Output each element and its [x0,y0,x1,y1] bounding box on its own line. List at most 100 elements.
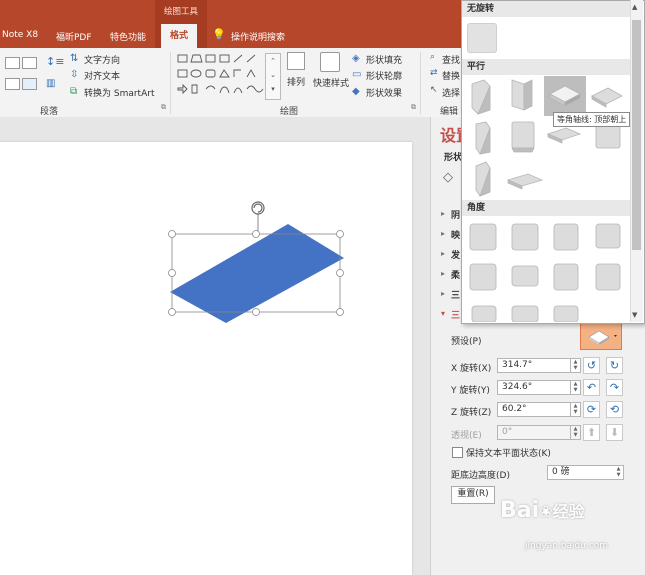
replace-icon: ⇄ [430,68,438,78]
parallelogram-shape[interactable] [170,224,344,323]
chevron-down-icon: ▾ [441,309,446,318]
scroll-up-icon[interactable]: ▲ [632,3,637,11]
chevron-right-icon: ▸ [441,209,446,218]
paragraph-group-label: 段落 [40,107,59,117]
tab-special-features[interactable]: 特色功能 [110,30,146,43]
shapes-gallery[interactable] [177,53,277,99]
y-rotation-label: Y 旋转(Y) [451,386,490,396]
gallery-header-no-rotation: 无旋转 [462,1,630,17]
select-button[interactable]: 选择 [442,86,460,99]
preset-tooltip: 等角轴线: 顶部朝上 [553,112,631,127]
parallel-presets[interactable] [462,76,630,200]
section-shadow[interactable]: 阴 [451,208,460,221]
section-3d-rotation[interactable]: 三 [451,308,460,321]
reset-button[interactable]: 重置(R) [451,486,495,504]
perspective-presets[interactable] [462,218,630,322]
rotate-icon[interactable] [251,201,265,215]
dialog-launcher-icon[interactable]: ⧉ [161,103,166,112]
align-text-icon: ⇳ [70,69,79,80]
preset-label: 预设(P) [451,337,482,347]
scroll-down-icon[interactable]: ▼ [632,311,637,319]
contextual-group-label: 绘图工具 [163,7,198,17]
shape-effects-button[interactable]: 形状效果 [366,86,402,99]
z-rotation-stepper[interactable]: ▲ ▼ [571,402,581,417]
align-left-icon[interactable] [5,57,20,69]
isometric-preset-icon [588,330,617,345]
x-rotation-input[interactable]: 314.7° [497,358,571,373]
gallery-scroll-thumb[interactable] [632,20,641,250]
preset-no-rotation[interactable] [467,23,497,53]
selected-shape[interactable] [160,196,360,332]
rotate-clockwise-icon[interactable]: ⟳ [583,401,600,418]
watermark-url: jingyan.baidu.com [525,541,609,551]
tab-foxit-pdf[interactable]: 福昕PDF [56,30,92,43]
x-rotation-stepper[interactable]: ▲ ▼ [571,358,581,373]
section-3d-format[interactable]: 三 [451,288,460,301]
dialog-launcher-icon[interactable]: ⧉ [411,103,416,112]
narrow-field-icon[interactable]: ⬆ [583,424,600,441]
z-rotation-input[interactable]: 60.2° [497,402,571,417]
preset-button[interactable] [580,323,622,350]
arrange-icon [287,52,305,70]
perspective-input[interactable]: 0° [497,425,571,440]
distance-label: 距底边高度(D) [451,471,510,481]
arrange-button[interactable]: 排列 [287,75,305,88]
section-reflection[interactable]: 映 [451,228,460,241]
y-rotation-stepper[interactable]: ▲ ▼ [571,380,581,395]
shapes-gallery-icons [177,54,264,95]
dropdown-arrow-icon [614,335,617,337]
chevron-right-icon: ▸ [441,269,446,278]
perspective-label: 透视(E) [451,431,482,441]
text-direction-icon: ⇅ [70,53,79,64]
y-rotation-input[interactable]: 324.6° [497,380,571,395]
find-icon: ⌕ [430,52,436,62]
watermark-logo: Bai❀经验 [500,498,585,523]
shape-outline-icon: ▭ [352,69,362,80]
rotate-right-icon[interactable]: ↻ [606,357,623,374]
align-text-button[interactable]: 对齐文本 [84,69,120,82]
rotate-up-icon[interactable]: ↶ [583,379,600,396]
section-soft-edges[interactable]: 柔 [451,268,460,281]
convert-smartart-button[interactable]: 转换为 SmartArt [84,86,154,99]
fill-line-icon[interactable]: ◇ [443,170,453,185]
chevron-right-icon: ▸ [441,229,446,238]
keep-text-flat-checkbox[interactable] [452,447,463,458]
tell-me-search[interactable]: 操作说明搜索 [231,30,285,43]
pane-subtitle[interactable]: 形状 [444,150,462,163]
text-direction-button[interactable]: 文字方向 [84,53,120,66]
line-spacing-icon[interactable]: ↕≡ [46,55,64,68]
find-button[interactable]: 查找 [442,53,460,66]
columns-icon[interactable]: ▥ [46,78,55,89]
select-icon: ↖ [430,85,438,95]
shape-fill-button[interactable]: 形状填充 [366,53,402,66]
distance-stepper[interactable]: ▲ ▼ [614,465,624,480]
tab-note-x8[interactable]: Note X8 [2,30,38,40]
shape-fill-icon: ◈ [352,53,360,64]
ribbon-divider [170,52,171,114]
distance-input[interactable]: 0 磅 [547,465,621,480]
section-glow[interactable]: 发 [451,248,460,261]
shape-outline-button[interactable]: 形状轮廓 [366,69,402,82]
tab-format[interactable]: 格式 [161,24,198,48]
lightbulb-icon: 💡 [212,28,226,41]
perspective-stepper[interactable]: ▲ ▼ [571,425,581,440]
rotate-left-icon[interactable]: ↺ [583,357,600,374]
gallery-header-parallel: 平行 [462,59,630,75]
rotate-counterclockwise-icon[interactable]: ⟲ [606,401,623,418]
justify-icon[interactable] [5,78,20,90]
shapes-gallery-scroll[interactable]: ⌃ ⌄ ▾ [265,53,281,100]
align-right-icon[interactable] [22,57,37,69]
quick-styles-button[interactable]: 快速样式 [313,76,349,89]
keep-text-flat-label: 保持文本平面状态(K) [466,449,551,459]
smartart-icon: ⧉ [70,86,78,97]
z-rotation-label: Z 旋转(Z) [451,408,492,418]
widen-field-icon[interactable]: ⬇ [606,424,623,441]
editing-group-label: 编辑 [440,107,459,117]
distributed-icon[interactable] [22,78,37,90]
replace-button[interactable]: 替换 [442,69,460,82]
drawing-group-label: 绘图 [280,107,299,117]
quick-styles-icon [320,52,340,72]
chevron-right-icon: ▸ [441,249,446,258]
shape-effects-icon: ◆ [352,86,360,97]
rotate-down-icon[interactable]: ↷ [606,379,623,396]
